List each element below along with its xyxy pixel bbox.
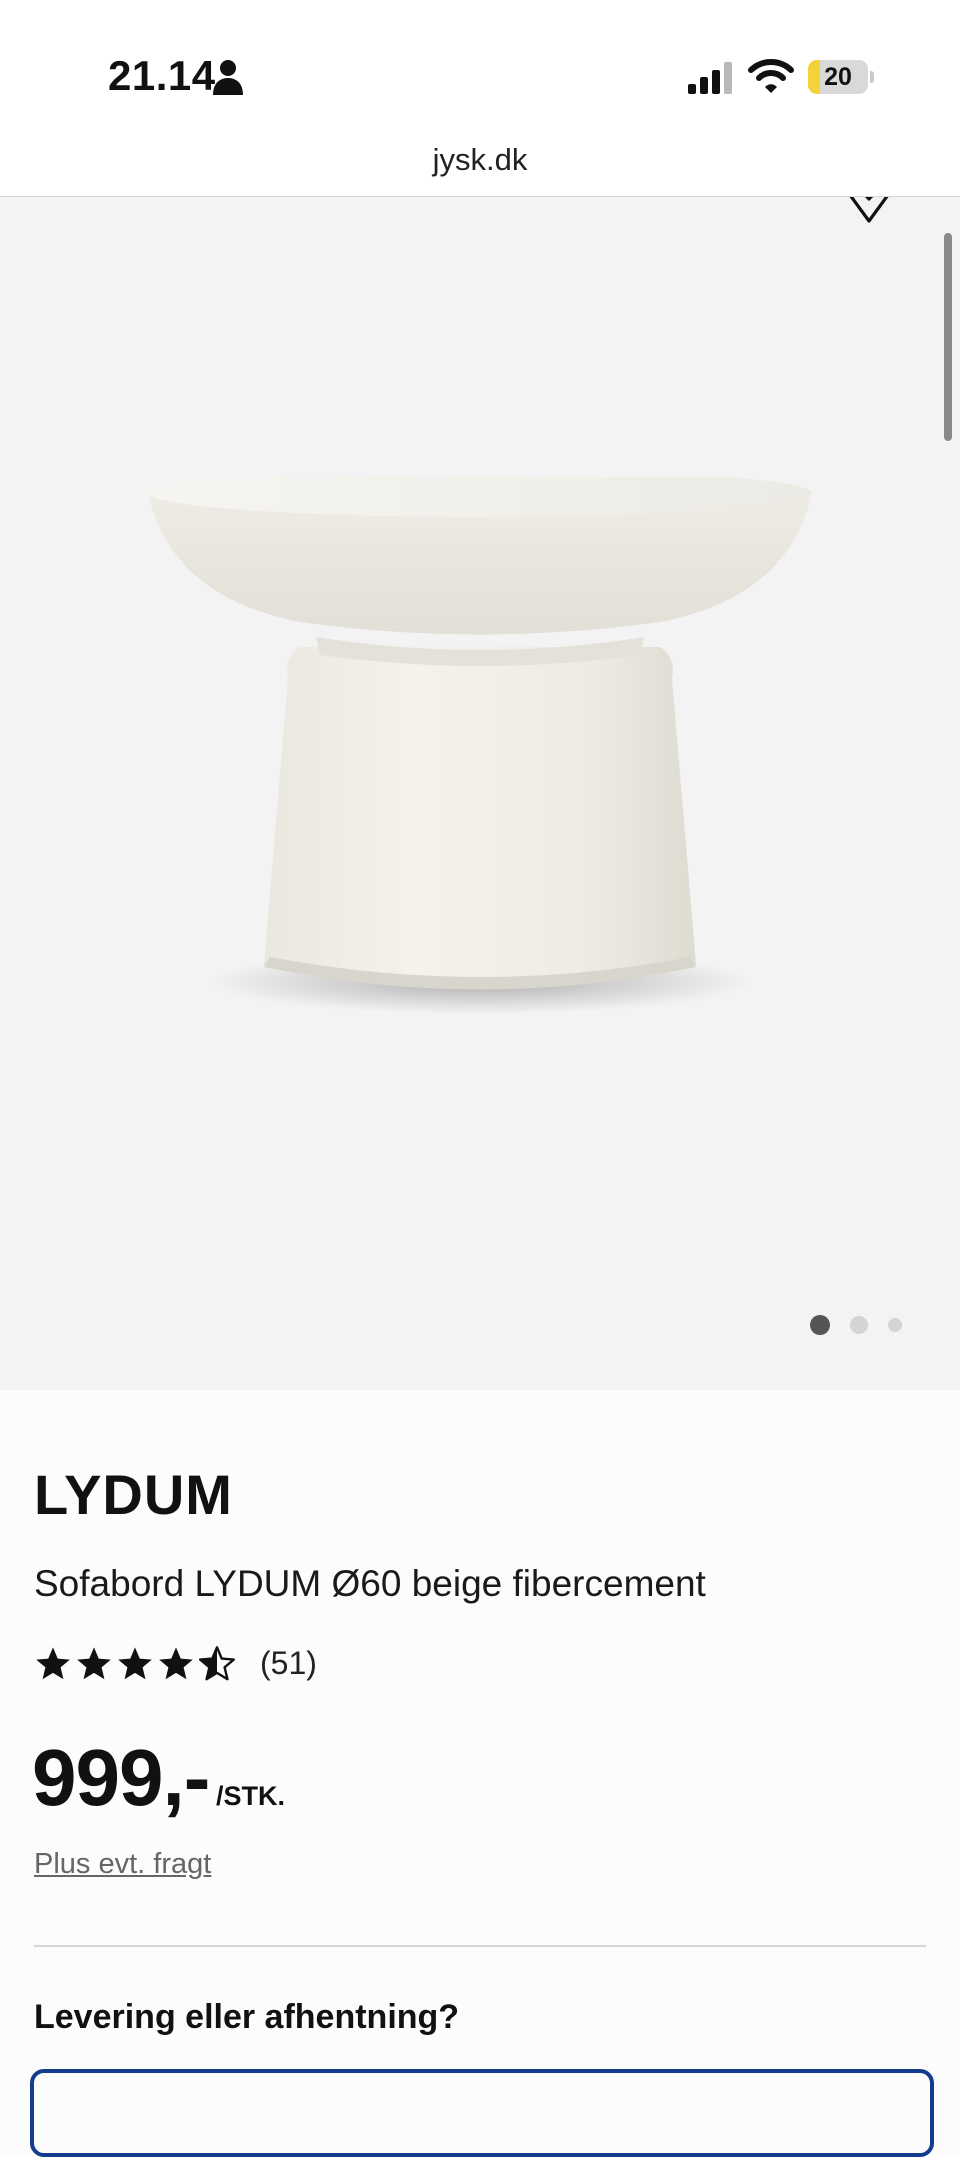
gallery-dot[interactable] [888, 1318, 902, 1332]
product-image-gallery[interactable] [0, 197, 960, 1390]
status-time: 21.14 [108, 52, 216, 99]
freight-link[interactable]: Plus evt. fragt [34, 1848, 211, 1881]
divider [34, 1945, 926, 1947]
delivery-option-box[interactable] [30, 2069, 934, 2157]
delivery-heading: Levering eller afhentning? [34, 1998, 460, 2036]
product-image[interactable] [140, 477, 820, 1037]
half-star-icon [199, 1646, 235, 1681]
star-icon [77, 1647, 111, 1680]
battery-level: 20 [824, 63, 852, 91]
person-icon [213, 60, 243, 95]
review-count[interactable]: (51) [260, 1645, 317, 1682]
product-name: Sofabord LYDUM Ø60 beige fibercement [34, 1563, 706, 1604]
wifi-icon [748, 59, 794, 93]
star-icon [36, 1647, 70, 1680]
star-icon [159, 1647, 193, 1680]
scrollbar[interactable] [944, 233, 952, 441]
gallery-dot[interactable] [810, 1315, 830, 1335]
product-brand: LYDUM [34, 1463, 233, 1526]
price-unit: /STK. [216, 1781, 286, 1811]
star-icon [118, 1647, 152, 1680]
battery-icon: 20 [808, 60, 874, 94]
url-text[interactable]: jysk.dk [0, 142, 960, 178]
price: 999,- [32, 1733, 210, 1822]
status-bar: 21.14 20 [0, 0, 960, 120]
heart-icon[interactable] [846, 197, 892, 225]
browser-address-bar[interactable]: jysk.dk [0, 120, 960, 197]
signal-icon [688, 62, 732, 94]
gallery-dot[interactable] [850, 1316, 868, 1334]
gallery-pagination[interactable] [810, 1315, 910, 1335]
rating[interactable]: (51) [34, 1643, 354, 1683]
